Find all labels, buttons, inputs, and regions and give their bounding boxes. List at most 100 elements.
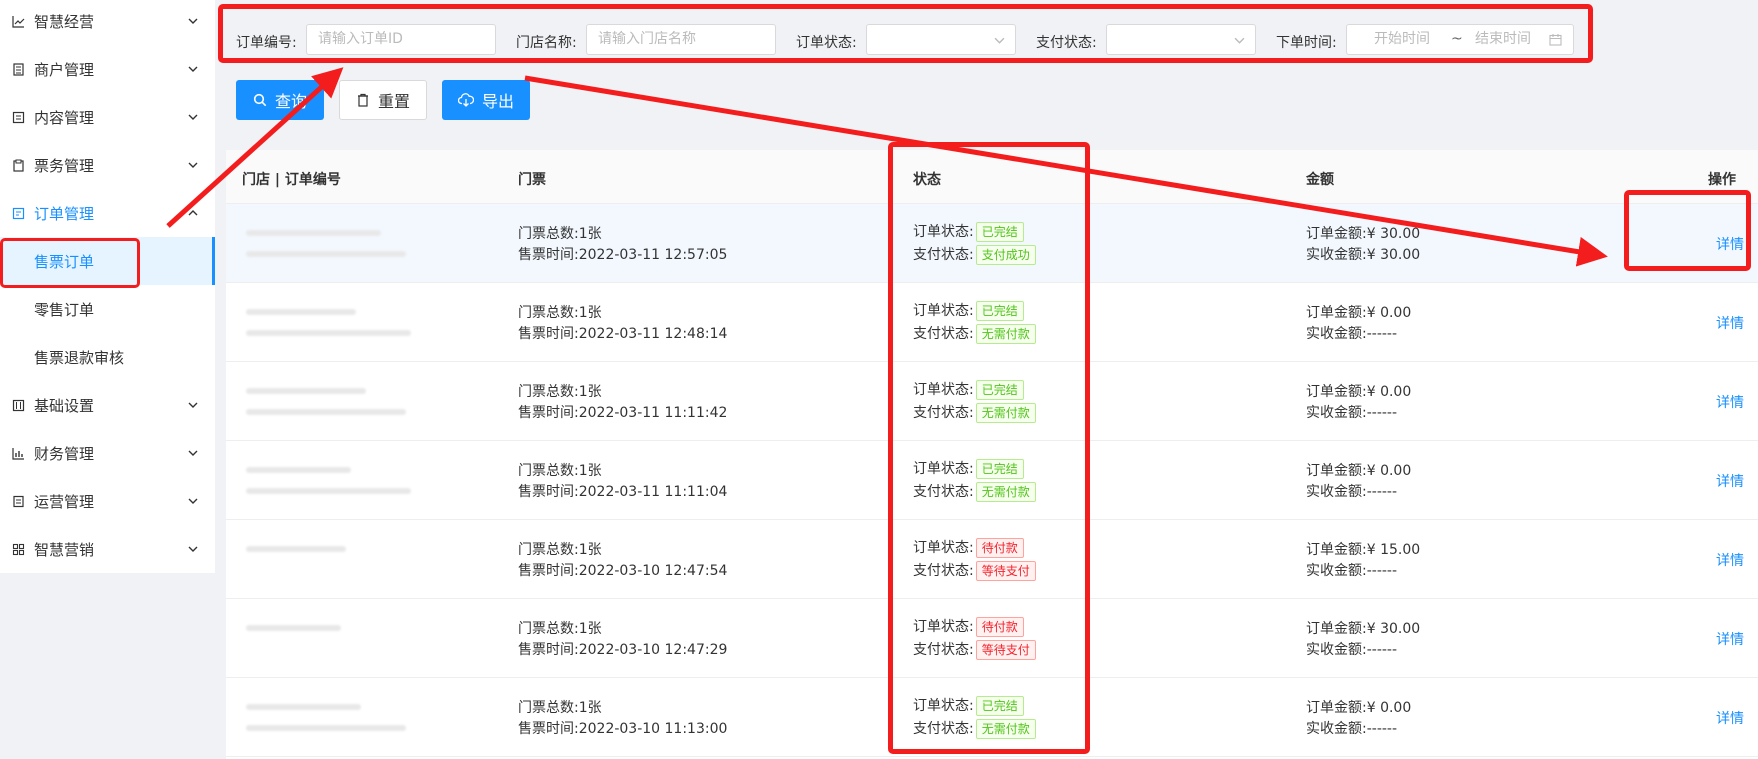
order-amount: 订单金额:¥ 30.00 — [1306, 226, 1421, 242]
menu-basic-settings[interactable]: 基础设置 — [0, 381, 215, 429]
sell-time: 售票时间:2022-03-11 11:11:04 — [518, 484, 728, 500]
sell-time: 售票时间:2022-03-11 12:48:14 — [518, 326, 728, 342]
query-button[interactable]: 查询 — [236, 80, 324, 120]
order-status-tag: 已完结 — [975, 459, 1024, 479]
detail-link[interactable]: 详情 — [1716, 313, 1744, 333]
pay-status-line: 支付状态: 无需付款 — [913, 323, 1036, 344]
menu-label: 商户管理 — [34, 60, 95, 79]
sell-time: 售票时间:2022-03-10 12:47:29 — [518, 642, 728, 658]
detail-link[interactable]: 详情 — [1716, 471, 1744, 491]
reset-button[interactable]: 重置 — [339, 80, 427, 120]
pay-status-line: 支付状态: 等待支付 — [913, 560, 1036, 581]
order-status-tag: 待付款 — [975, 617, 1024, 637]
start-time-placeholder[interactable]: 开始时间 — [1374, 25, 1430, 54]
redacted-order-no — [246, 409, 406, 415]
table-row: 门票总数:1张 售票时间:2022-03-10 11:13:00 订单状态: 已完结支… — [226, 678, 1758, 757]
pay-status-line: 支付状态: 无需付款 — [913, 402, 1036, 423]
ticket-count: 门票总数:1张 — [518, 226, 602, 242]
received-amount: 实收金额:¥ 30.00 — [1306, 247, 1421, 263]
detail-link[interactable]: 详情 — [1716, 392, 1744, 412]
calendar-icon — [1549, 34, 1562, 46]
pay-status-tag: 无需付款 — [975, 719, 1036, 739]
menu-label: 智慧营销 — [34, 540, 95, 559]
bar-chart-icon — [11, 446, 25, 460]
detail-link[interactable]: 详情 — [1716, 629, 1744, 649]
submenu-label: 售票订单 — [34, 252, 95, 271]
order-status-line: 订单状态: 待付款 — [913, 616, 1024, 637]
received-amount: 实收金额:------ — [1306, 326, 1398, 342]
order-status-select[interactable] — [866, 24, 1016, 55]
received-amount: 实收金额:------ — [1306, 405, 1398, 421]
table-row: 门票总数:1张 售票时间:2022-03-10 12:47:54 订单状态: 待付款支… — [226, 520, 1758, 599]
submenu-refund-review[interactable]: 售票退款审核 — [0, 333, 215, 381]
grid-icon — [11, 542, 25, 556]
pay-status-prefix: 支付状态: — [913, 405, 974, 421]
order-status-prefix: 订单状态: — [913, 303, 974, 319]
order-status-tag: 已完结 — [975, 696, 1024, 716]
order-status-line: 订单状态: 待付款 — [913, 537, 1024, 558]
sell-time: 售票时间:2022-03-11 12:57:05 — [518, 247, 728, 263]
order-status-label: 订单状态: — [796, 35, 857, 51]
order-status-prefix: 订单状态: — [913, 540, 974, 556]
order-time-label: 下单时间: — [1276, 35, 1337, 51]
menu-ticket[interactable]: 票务管理 — [0, 141, 215, 189]
menu-smart-business[interactable]: 智慧经营 — [0, 0, 215, 45]
order-status-line: 订单状态: 已完结 — [913, 379, 1024, 400]
order-icon — [11, 206, 25, 220]
menu-content[interactable]: 内容管理 — [0, 93, 215, 141]
redacted-store-name — [246, 309, 356, 315]
chevron-down-icon — [188, 162, 198, 168]
pay-status-line: 支付状态: 无需付款 — [913, 481, 1036, 502]
order-amount: 订单金额:¥ 0.00 — [1306, 305, 1412, 321]
header-store-order: 门店 | 订单编号 — [242, 172, 341, 188]
export-button[interactable]: 导出 — [442, 80, 530, 120]
pay-status-select[interactable] — [1106, 24, 1256, 55]
order-status-line: 订单状态: 已完结 — [913, 695, 1024, 716]
chevron-down-icon — [188, 546, 198, 552]
submenu-ticket-orders[interactable]: 售票订单 — [0, 237, 215, 285]
pay-status-label: 支付状态: — [1036, 35, 1097, 51]
received-amount: 实收金额:------ — [1306, 563, 1398, 579]
detail-link[interactable]: 详情 — [1716, 550, 1744, 570]
header-ticket: 门票 — [518, 172, 546, 188]
menu-label: 财务管理 — [34, 444, 95, 463]
detail-link[interactable]: 详情 — [1716, 234, 1744, 254]
menu-finance[interactable]: 财务管理 — [0, 429, 215, 477]
chevron-down-icon — [188, 114, 198, 120]
menu-operation[interactable]: 运营管理 — [0, 477, 215, 525]
order-amount: 订单金额:¥ 15.00 — [1306, 542, 1421, 558]
header-amount: 金额 — [1306, 172, 1334, 188]
order-status-line: 订单状态: 已完结 — [913, 221, 1024, 242]
store-name-input[interactable]: 请输入门店名称 — [586, 24, 776, 55]
menu-label: 订单管理 — [34, 204, 95, 223]
detail-link[interactable]: 详情 — [1716, 708, 1744, 728]
order-amount: 订单金额:¥ 0.00 — [1306, 463, 1412, 479]
order-status-line: 订单状态: 已完结 — [913, 300, 1024, 321]
chevron-up-icon — [188, 210, 198, 216]
export-button-label: 导出 — [481, 92, 514, 111]
pay-status-tag: 无需付款 — [975, 482, 1036, 502]
sell-time: 售票时间:2022-03-11 11:11:42 — [518, 405, 728, 421]
table-row: 门票总数:1张 售票时间:2022-03-11 12:48:14 订单状态: 已完结支… — [226, 283, 1758, 362]
submenu-label: 零售订单 — [34, 300, 95, 319]
submenu-retail-orders[interactable]: 零售订单 — [0, 285, 215, 333]
chevron-down-icon — [1234, 37, 1245, 44]
chevron-down-icon — [994, 37, 1005, 44]
query-button-label: 查询 — [274, 92, 307, 111]
menu-marketing[interactable]: 智慧营销 — [0, 525, 215, 573]
date-range-picker[interactable]: 开始时间 ~ 结束时间 — [1346, 24, 1574, 55]
redacted-store-name — [246, 625, 341, 631]
table-row: 门票总数:1张 售票时间:2022-03-10 12:47:29 订单状态: 待付款支… — [226, 599, 1758, 678]
order-status-tag: 已完结 — [975, 222, 1024, 242]
end-time-placeholder[interactable]: 结束时间 — [1475, 25, 1531, 54]
header-action: 操作 — [1708, 172, 1736, 188]
order-no-input[interactable]: 请输入订单ID — [306, 24, 496, 55]
menu-merchant[interactable]: 商户管理 — [0, 45, 215, 93]
order-status-tag: 已完结 — [975, 380, 1024, 400]
order-amount: 订单金额:¥ 0.00 — [1306, 700, 1412, 716]
table-row: 门票总数:1张 售票时间:2022-03-11 11:11:42 订单状态: 已完结支… — [226, 362, 1758, 441]
order-no-label: 订单编号: — [236, 35, 297, 51]
chart-line-icon — [11, 14, 25, 28]
menu-order[interactable]: 订单管理 — [0, 189, 215, 237]
menu-label: 基础设置 — [34, 396, 95, 415]
